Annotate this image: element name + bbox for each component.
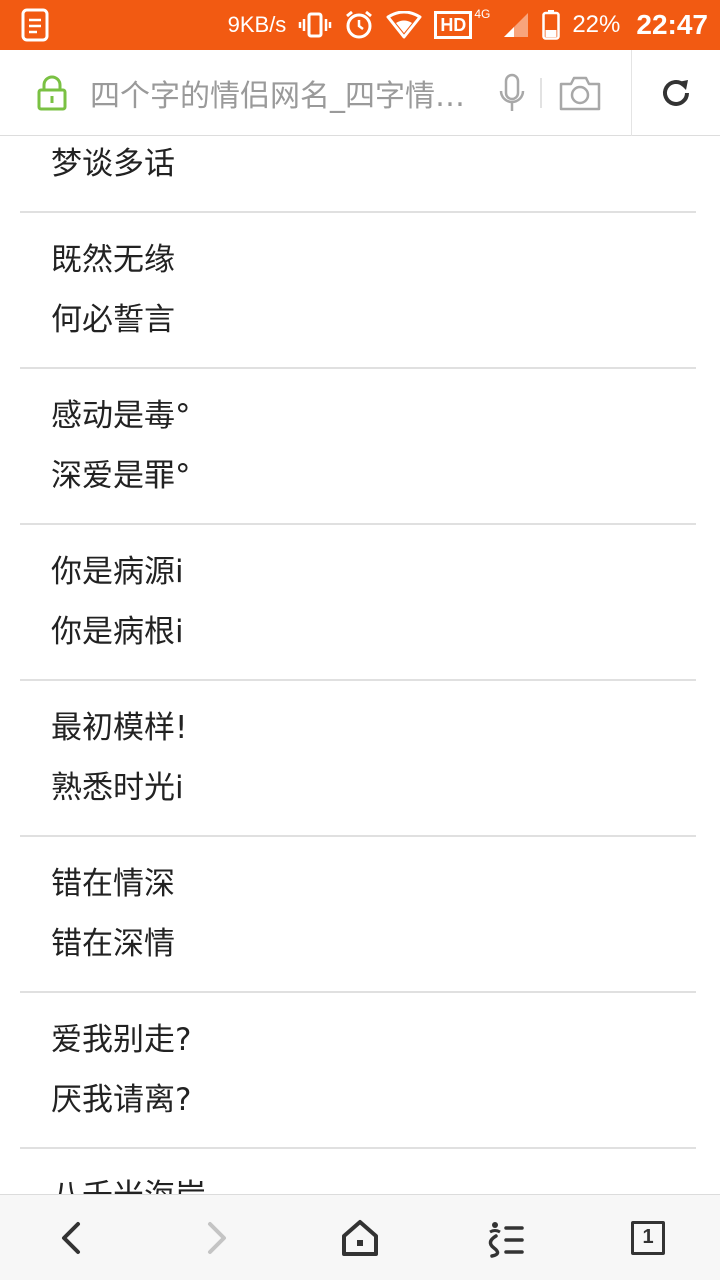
name-entry: 八千米海岸. [20, 1166, 696, 1194]
vibrate-icon [299, 12, 332, 38]
name-line: 熟悉时光i [51, 770, 184, 806]
wifi-icon [386, 11, 422, 39]
page-content: 梦谈多话 既然无缘 何必誓言 感动是毒° 深爱是罪° 你是病源i 你是病根i 最… [20, 136, 696, 1194]
browser-bottom-nav: 1 [0, 1194, 720, 1280]
name-entry: 既然无缘 何必誓言 [20, 230, 696, 369]
notification-app-icon [21, 8, 49, 42]
menu-icon [488, 1221, 524, 1258]
signal-icon [504, 13, 529, 37]
name-line: 错在情深 [51, 866, 175, 902]
name-line: 梦谈多话 [51, 146, 175, 182]
camera-icon[interactable] [558, 74, 602, 112]
home-icon [342, 1219, 378, 1256]
browser-address-bar: 四个字的情侣网名_四字情… [0, 49, 720, 136]
name-line: 爱我别走? [51, 1022, 192, 1058]
name-line: 错在深情 [51, 926, 175, 962]
name-line: 厌我请离? [51, 1082, 192, 1118]
lock-icon [37, 75, 67, 110]
status-time: 22:47 [636, 9, 708, 40]
home-button[interactable] [310, 1195, 410, 1280]
refresh-button[interactable] [632, 50, 720, 136]
network-speed: 9KB/s [227, 12, 287, 37]
alarm-icon [346, 10, 373, 39]
back-button[interactable] [22, 1195, 122, 1280]
chevron-left-icon [62, 1221, 80, 1254]
forward-button[interactable] [166, 1195, 266, 1280]
tabs-button[interactable]: 1 [598, 1195, 698, 1280]
status-bar: 9KB/s HD 4G 22% 22:47 [0, 0, 720, 50]
chevron-right-icon [208, 1221, 226, 1254]
network-type-label: 4G [474, 7, 491, 21]
tab-count: 1 [631, 1220, 665, 1255]
name-entry: 最初模样! 熟悉时光i [20, 698, 696, 837]
name-line: 你是病根i [51, 614, 184, 650]
name-entry: 感动是毒° 深爱是罪° [20, 386, 696, 525]
microphone-icon[interactable] [498, 73, 526, 113]
address-divider [540, 77, 542, 108]
name-entry: 错在情深 错在深情 [20, 854, 696, 993]
url-field[interactable]: 四个字的情侣网名_四字情… [0, 49, 632, 136]
refresh-icon [663, 79, 689, 106]
name-line: 最初模样! [51, 710, 188, 746]
name-line: 何必誓言 [51, 302, 175, 338]
name-line: 深爱是罪° [51, 458, 191, 494]
name-entry: 爱我别走? 厌我请离? [20, 1010, 696, 1149]
url-text[interactable]: 四个字的情侣网名_四字情… [90, 71, 484, 115]
battery-percent: 22% [572, 11, 621, 38]
name-line: 八千米海岸. [51, 1166, 696, 1194]
battery-icon [542, 10, 561, 40]
name-entry: 梦谈多话 [20, 136, 696, 213]
name-line: 既然无缘 [51, 242, 175, 278]
menu-button[interactable] [454, 1195, 554, 1280]
name-line: 感动是毒° [51, 398, 191, 434]
hd-voice-badge: HD 4G [434, 7, 490, 39]
name-line: 你是病源i [51, 554, 184, 590]
name-entry: 你是病源i 你是病根i [20, 542, 696, 681]
